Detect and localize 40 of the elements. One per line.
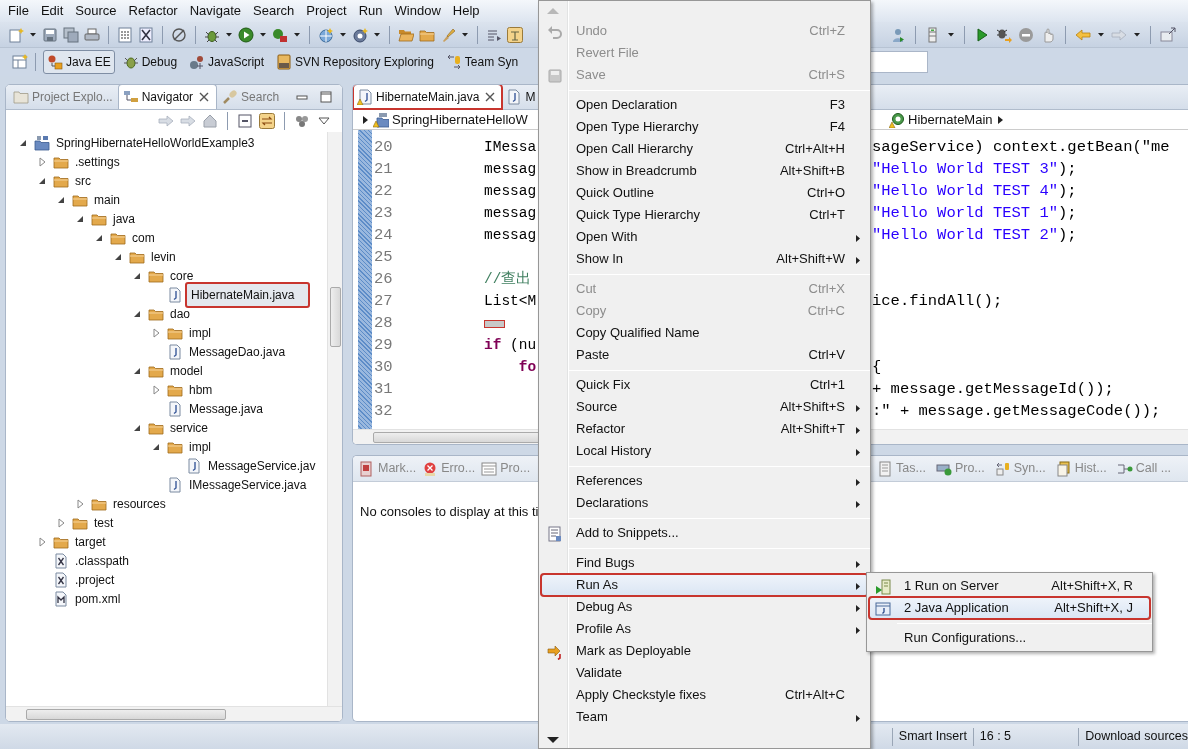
line-number: 24 (373, 225, 394, 247)
line-number: 22 (373, 181, 394, 203)
code-text: if (484, 336, 502, 356)
line-number: 30 (373, 357, 394, 379)
code-text: messag (484, 204, 537, 224)
code-text: sageService) context.getBean("me (872, 137, 1170, 159)
status-text: Download sources (1085, 728, 1188, 746)
code-text: ); (1058, 181, 1077, 203)
code-text: ); (1058, 159, 1077, 181)
line-number: 21 (373, 159, 394, 181)
code-text: ); (1058, 225, 1077, 247)
line-number: 26 (373, 269, 394, 291)
status-text: 16 : 5 (979, 728, 1013, 746)
code-text: messag (484, 182, 537, 202)
line-number: 20 (373, 137, 394, 159)
line-number: 25 (373, 247, 394, 269)
code-text: "Hello World TEST 1" (872, 203, 1059, 225)
code-text: messag (484, 160, 537, 180)
code-text: { (872, 357, 882, 379)
code-text: "Hello World TEST 2" (872, 225, 1059, 247)
code-text: "Hello World TEST 4" (872, 181, 1059, 203)
code-text: //查出 (484, 269, 532, 290)
console-message: No consoles to display at this ti (360, 503, 539, 521)
line-number: 31 (373, 379, 394, 401)
line-number: 28 (373, 313, 394, 335)
code-text: :" + message.getMessageCode()); (872, 401, 1161, 423)
code-text: (nu (509, 336, 537, 356)
code-text: ice.findAll(); (872, 291, 1003, 313)
line-number: 27 (373, 291, 394, 313)
code-text: fo (517, 358, 537, 378)
line-number: 32 (373, 401, 394, 423)
status-text: Smart Insert (898, 728, 967, 746)
code-text: IMessa (484, 138, 537, 158)
code-text: messag (484, 226, 537, 246)
code-text: + message.getMessageId()); (872, 379, 1114, 401)
code-text: ); (1058, 203, 1077, 225)
code-text: List<M (484, 292, 537, 312)
code-text: "Hello World TEST 3" (872, 159, 1059, 181)
line-number: 23 (373, 203, 394, 225)
line-number: 29 (373, 335, 394, 357)
